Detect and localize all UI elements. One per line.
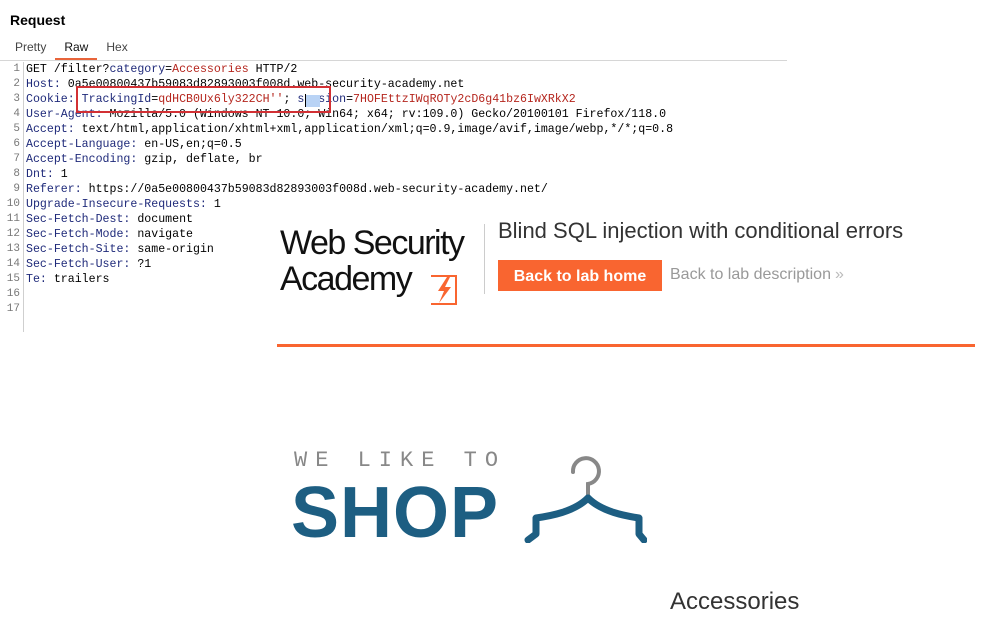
line-number: 10 [6, 198, 20, 210]
header-divider [484, 224, 485, 294]
header-sec-fetch-site: Sec-Fetch-Site: same-origin [26, 243, 214, 256]
header-accept: Accept: text/html,application/xhtml+xml,… [26, 123, 673, 136]
gutter-divider [23, 62, 24, 332]
http-version: HTTP/2 [248, 63, 298, 76]
web-security-academy-logo[interactable]: Web Security Academy [280, 224, 480, 305]
header-value: same-origin [130, 243, 214, 256]
line-number: 15 [6, 273, 20, 285]
header-value: https://0a5e00800437b59083d82893003f008d… [81, 183, 548, 196]
hanger-icon [524, 456, 647, 543]
header-key: Accept-Encoding: [26, 153, 138, 166]
header-value: 1 [53, 168, 68, 181]
logo-text-line2: Academy [280, 260, 413, 298]
header-referer: Referer: https://0a5e00800437b59083d8289… [26, 183, 548, 196]
header-value: document [130, 213, 193, 226]
lightning-bolt-icon [431, 275, 457, 305]
header-key: Referer: [26, 183, 82, 196]
line-number: 12 [6, 228, 20, 240]
header-key: Te: [26, 273, 47, 286]
back-to-lab-description-link[interactable]: Back to lab description» [670, 266, 844, 284]
line-number: 16 [6, 288, 20, 300]
line-number: 1 [13, 63, 20, 75]
header-value: ?1 [130, 258, 152, 271]
line-number: 2 [13, 78, 20, 90]
header-accent-rule [277, 344, 975, 347]
query-param-value: Accessories [172, 63, 249, 76]
double-chevron-icon: » [834, 266, 844, 283]
header-key: Sec-Fetch-Mode: [26, 228, 131, 241]
line-number: 9 [13, 183, 20, 195]
logo-text-line1: Web Security [280, 224, 465, 262]
header-value: navigate [130, 228, 193, 241]
line-number: 14 [6, 258, 20, 270]
header-value: gzip, deflate, br [137, 153, 263, 166]
header-dnt: Dnt: 1 [26, 168, 68, 181]
line-number: 6 [13, 138, 20, 150]
header-key: Upgrade-Insecure-Requests: [26, 198, 207, 211]
header-key: Sec-Fetch-Dest: [26, 213, 131, 226]
header-key: Host: [26, 78, 61, 91]
lab-page: Web Security Academy Blind SQL injection… [277, 210, 985, 629]
request-panel-title: Request [10, 12, 66, 28]
cookie-value-session: 7HOFEttzIWqROTy2cD6g41bz6IwXRkX2 [353, 93, 576, 106]
line-number: 17 [6, 303, 20, 315]
back-to-lab-description-label: Back to lab description [670, 266, 831, 283]
header-accept-language: Accept-Language: en-US,en;q=0.5 [26, 138, 242, 151]
header-value: text/html,application/xhtml+xml,applicat… [74, 123, 674, 136]
header-sec-fetch-dest: Sec-Fetch-Dest: document [26, 213, 193, 226]
line-number: 5 [13, 123, 20, 135]
shop-wordmark: SHOP [291, 473, 500, 553]
header-value: trailers [46, 273, 110, 286]
header-key: Sec-Fetch-User: [26, 258, 131, 271]
header-sec-fetch-mode: Sec-Fetch-Mode: navigate [26, 228, 193, 241]
tabs-divider [0, 60, 787, 61]
line-number: 13 [6, 243, 20, 255]
back-to-lab-home-button[interactable]: Back to lab home [498, 260, 662, 291]
request-line: GET /filter?category=Accessories HTTP/2 [26, 63, 297, 76]
request-view-tabs: Pretty Raw Hex [6, 40, 137, 60]
header-te: Te: trailers [26, 273, 110, 286]
shop-tagline: WE LIKE TO [294, 448, 507, 473]
line-number: 8 [13, 168, 20, 180]
line-number: 4 [13, 108, 20, 120]
line-number: 7 [13, 153, 20, 165]
header-accept-encoding: Accept-Encoding: gzip, deflate, br [26, 153, 263, 166]
header-key: Sec-Fetch-Site: [26, 243, 131, 256]
header-key: Accept: [26, 123, 75, 136]
tab-raw[interactable]: Raw [55, 40, 98, 60]
request-method-path: GET /filter? [26, 63, 110, 76]
cookie-equals: = [346, 93, 354, 106]
header-key: Cookie: [26, 93, 75, 106]
tab-pretty[interactable]: Pretty [6, 40, 55, 58]
header-key: Dnt: [26, 168, 54, 181]
category-heading: Accessories [670, 588, 800, 615]
header-upgrade-insecure-requests: Upgrade-Insecure-Requests: 1 [26, 198, 221, 211]
query-param-name: category [109, 63, 166, 76]
header-key: Accept-Language: [26, 138, 138, 151]
header-value: 1 [206, 198, 221, 211]
tab-hex[interactable]: Hex [97, 40, 136, 58]
trackingid-highlight-box [76, 86, 331, 113]
lab-title: Blind SQL injection with conditional err… [498, 218, 904, 243]
header-value: en-US,en;q=0.5 [137, 138, 242, 151]
line-number: 11 [6, 213, 20, 225]
line-number: 3 [13, 93, 20, 105]
header-sec-fetch-user: Sec-Fetch-User: ?1 [26, 258, 151, 271]
